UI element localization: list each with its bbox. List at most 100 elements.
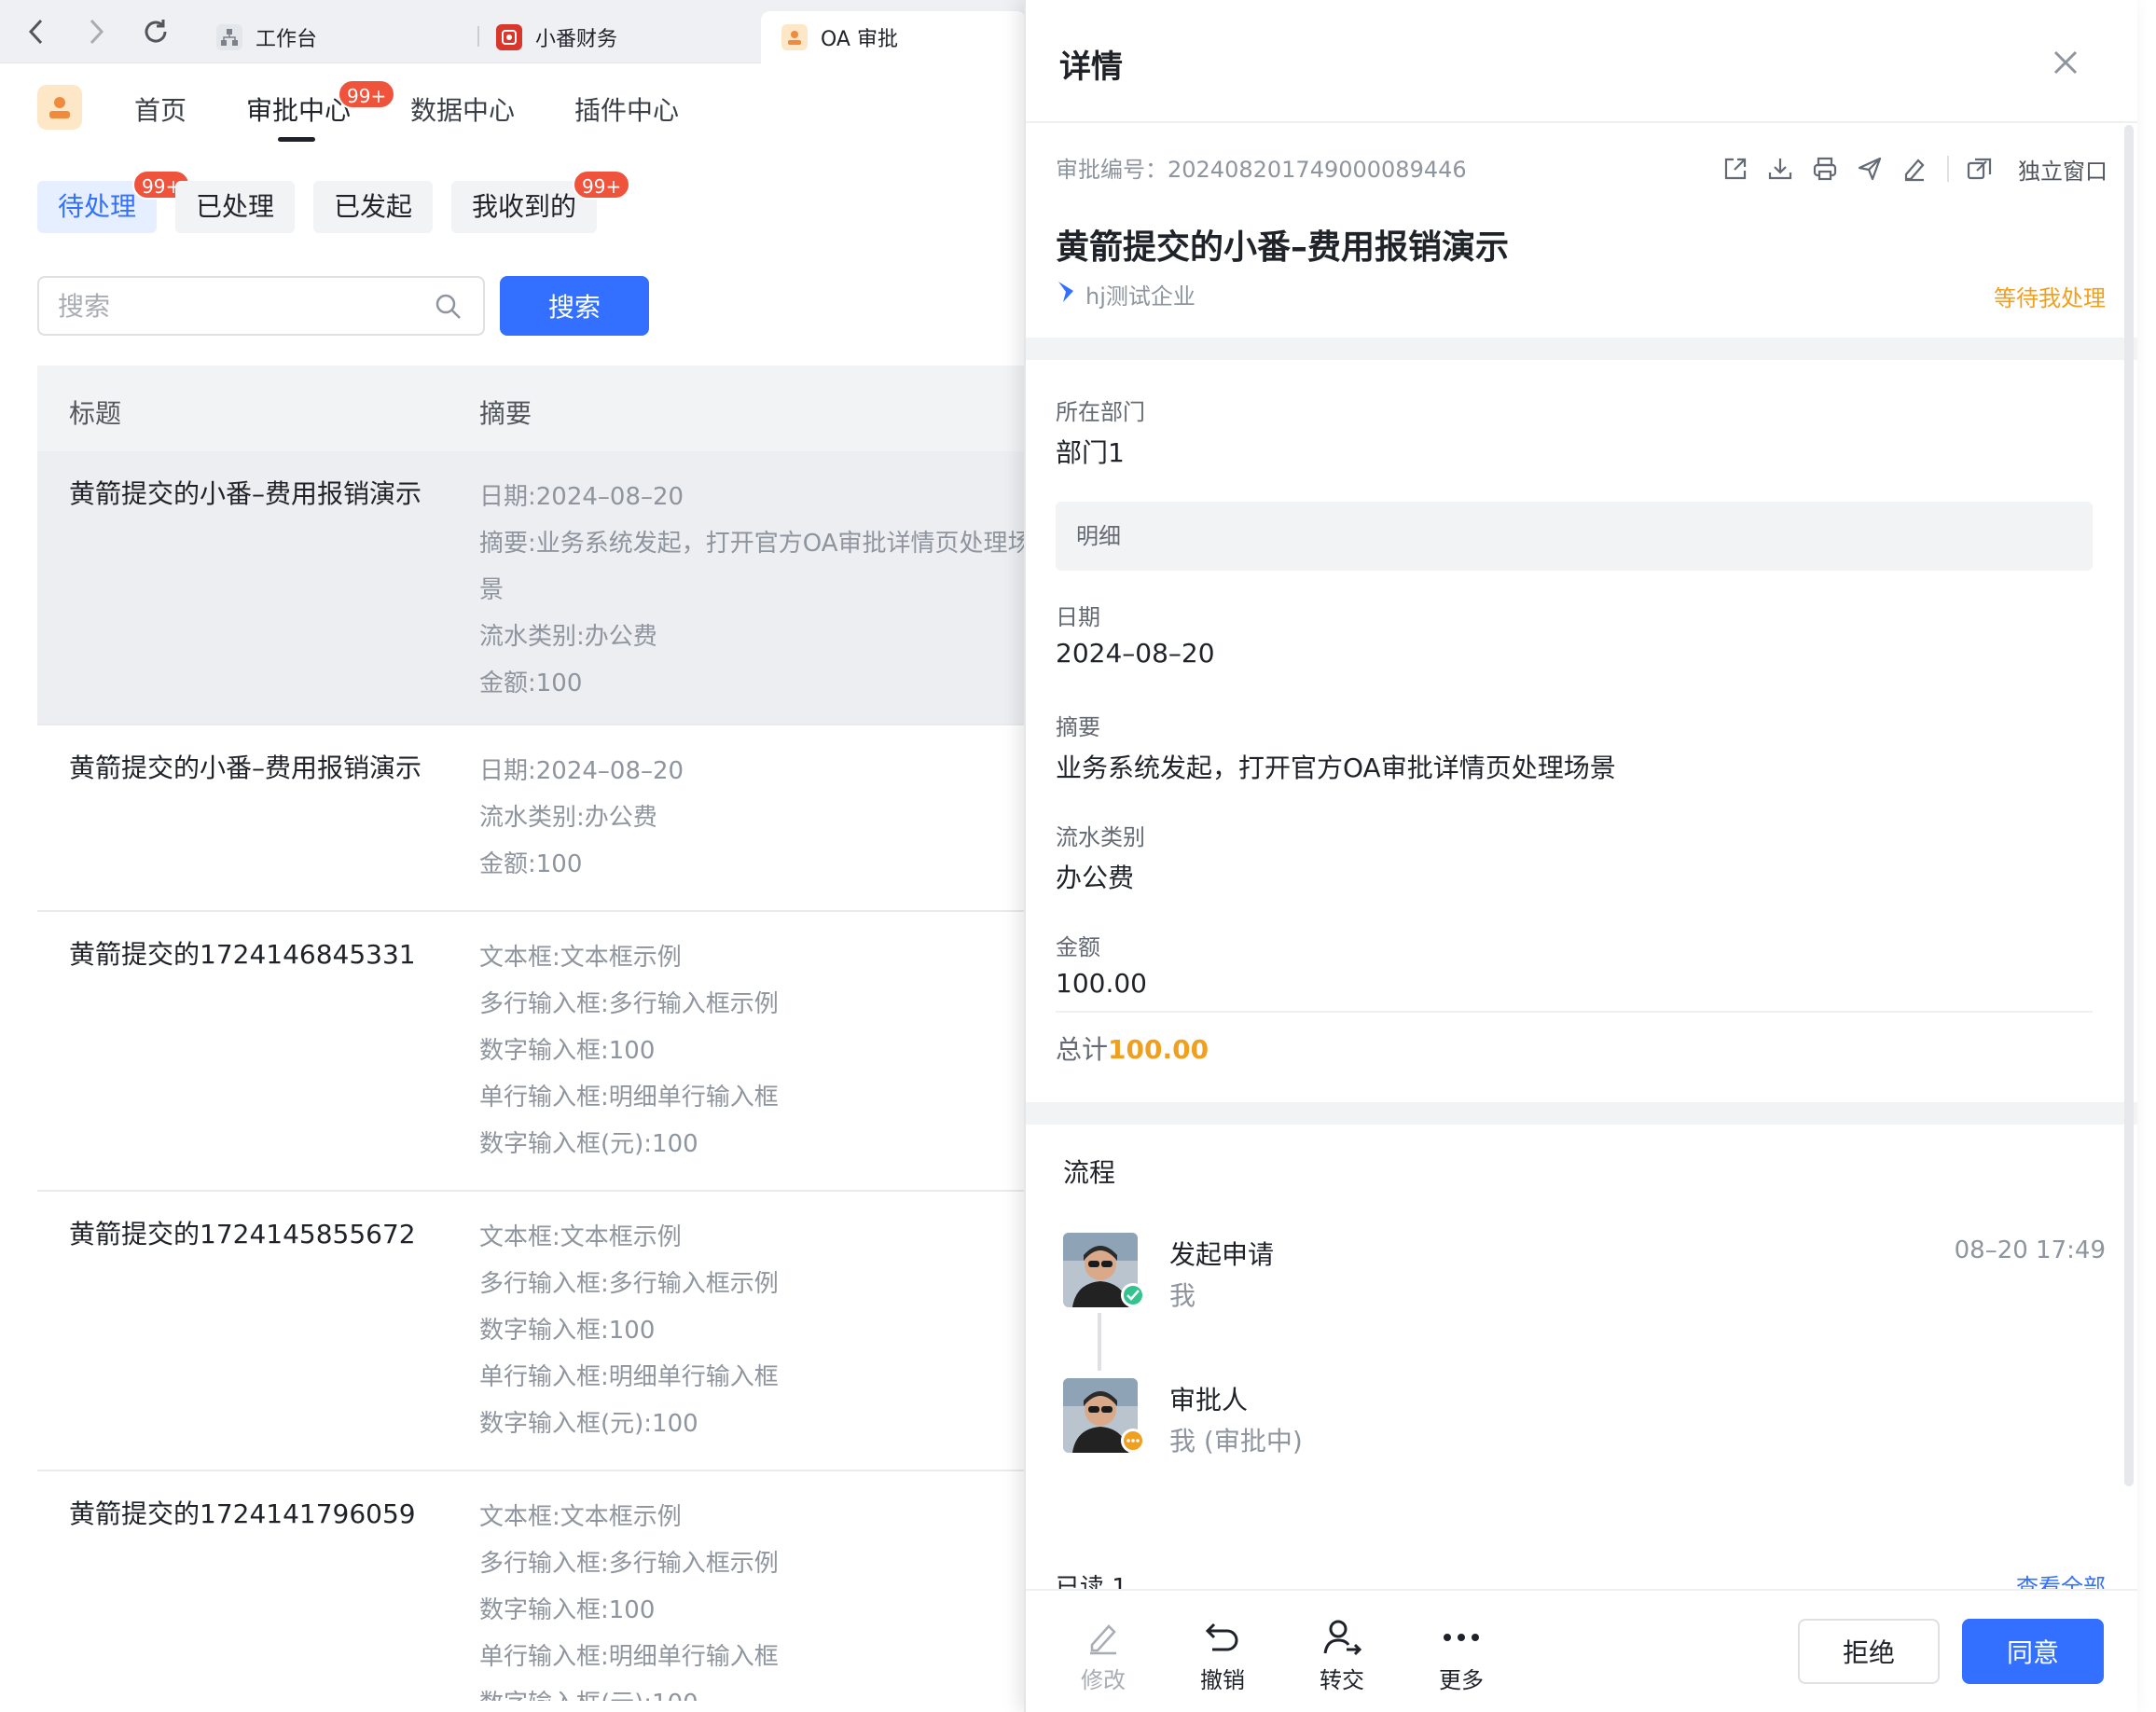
step-person: 我 (审批中) <box>1169 1426 1303 1457</box>
table-row[interactable]: 黄箭提交的小番–费用报销演示 日期:2024–08–20 摘要:业务系统发起，打… <box>37 451 1030 725</box>
transfer-button[interactable]: 转交 <box>1300 1613 1384 1694</box>
step-name: 发起申请 <box>1169 1239 1275 1270</box>
company-name: hj测试企业 <box>1085 283 1195 310</box>
summary-line: 单行输入框:明细单行输入框 <box>479 1363 779 1391</box>
action-bar: 修改 撤销 转交 更多 拒绝 同意 <box>1026 1589 2137 1712</box>
summary-line: 数字输入框:100 <box>479 1037 656 1065</box>
detail-section-header: 明细 <box>1056 502 2093 571</box>
filter-label: 待处理 <box>58 191 137 222</box>
download-icon[interactable] <box>1764 153 1796 185</box>
field-value: 2024–08–20 <box>1056 638 1215 669</box>
summary-line: 文本框:文本框示例 <box>479 944 682 972</box>
table-row[interactable]: 黄箭提交的小番–费用报销演示 日期:2024–08–20 流水类别:办公费 金额… <box>37 725 1026 912</box>
finance-app-icon <box>496 24 522 50</box>
detail-panel: 详情 审批编号：202408201749000089446 独立窗口 黄箭提交的… <box>1024 0 2137 1712</box>
filter-processed[interactable]: 已处理 <box>175 181 296 233</box>
filter-initiated[interactable]: 已发起 <box>313 181 434 233</box>
field-value: 办公费 <box>1056 863 1135 893</box>
send-icon[interactable] <box>1854 153 1886 185</box>
print-icon[interactable] <box>1809 153 1841 185</box>
summary-line: 多行输入框:多行输入框示例 <box>479 1270 779 1298</box>
detail-title: 黄箭提交的小番–费用报销演示 <box>1056 228 1510 267</box>
table-row[interactable]: 黄箭提交的1724141796059 文本框:文本框示例 多行输入框:多行输入框… <box>37 1471 1026 1701</box>
field-value: 业务系统发起，打开官方OA审批详情页处理场景 <box>1056 752 1616 783</box>
panel-title: 详情 <box>1059 48 1123 86</box>
total-value: 100.00 <box>1108 1034 1209 1065</box>
nav-plugin-center[interactable]: 插件中心 <box>574 90 679 128</box>
field-label: 摘要 <box>1056 714 1100 740</box>
nav-label: 首页 <box>134 95 187 126</box>
row-title: 黄箭提交的1724146845331 <box>69 939 416 970</box>
active-tab-indicator <box>278 137 315 142</box>
app-logo[interactable] <box>37 85 82 130</box>
search-icon[interactable] <box>435 293 463 324</box>
row-title: 黄箭提交的小番–费用报销演示 <box>69 752 422 783</box>
flow-connector <box>1098 1313 1101 1371</box>
tab-oa-approval[interactable]: OA 审批 <box>761 11 1026 63</box>
summary-line: 单行输入框:明细单行输入框 <box>479 1643 779 1671</box>
nav-data-center[interactable]: 数据中心 <box>410 90 515 128</box>
browser-tab-bar: 工作台 小番财务 OA 审批 <box>0 0 1026 63</box>
table-header: 标题 摘要 <box>37 366 1026 451</box>
oa-approval-icon <box>781 24 808 50</box>
summary-line: 多行输入框:多行输入框示例 <box>479 990 779 1018</box>
tab-label: 小番财务 <box>535 28 618 51</box>
total-amount: 总计100.00 <box>1056 1029 1209 1067</box>
scrollbar[interactable] <box>2124 125 2134 1486</box>
agree-button[interactable]: 同意 <box>1962 1619 2104 1684</box>
edit-icon[interactable] <box>1899 153 1930 185</box>
table-row[interactable]: 黄箭提交的1724145855672 文本框:文本框示例 多行输入框:多行输入框… <box>37 1192 1026 1471</box>
section-divider <box>1026 338 2137 360</box>
column-header-title: 标题 <box>69 398 122 429</box>
step-person: 我 <box>1169 1280 1196 1311</box>
table-row[interactable]: 黄箭提交的1724146845331 文本框:文本框示例 多行输入框:多行输入框… <box>37 912 1026 1192</box>
summary-line: 流水类别:办公费 <box>479 804 657 832</box>
summary-line: 数字输入框(元):100 <box>479 1130 698 1158</box>
nav-label: 审批中心 <box>246 95 352 126</box>
filter-label: 已发起 <box>334 191 413 222</box>
tab-finance[interactable]: 小番财务 <box>476 11 636 63</box>
summary-line: 金额:100 <box>479 670 583 697</box>
undo-icon <box>1181 1613 1265 1662</box>
nav-home[interactable]: 首页 <box>134 90 187 128</box>
back-icon[interactable] <box>21 16 52 48</box>
more-button[interactable]: 更多 <box>1419 1613 1503 1694</box>
row-summary: 文本框:文本框示例 多行输入框:多行输入框示例 数字输入框:100 单行输入框:… <box>479 1494 1026 1701</box>
reload-icon[interactable] <box>140 16 172 48</box>
nav-approval-center[interactable]: 审批中心 <box>246 90 352 142</box>
step-time: 08–20 17:49 <box>1954 1236 2106 1264</box>
section-divider <box>1026 1102 2137 1125</box>
row-summary: 文本框:文本框示例 多行输入框:多行输入框示例 数字输入框:100 单行输入框:… <box>479 934 1030 1167</box>
row-title: 黄箭提交的1724141796059 <box>69 1498 416 1529</box>
nav-label: 数据中心 <box>410 95 516 126</box>
divider <box>1056 1011 2093 1013</box>
close-icon[interactable] <box>2050 47 2081 78</box>
summary-line: 多行输入框:多行输入框示例 <box>479 1550 779 1578</box>
summary-line: 日期:2024–08–20 <box>479 757 684 785</box>
field-label: 金额 <box>1056 934 1100 960</box>
forward-icon[interactable] <box>80 16 112 48</box>
search-button[interactable]: 搜索 <box>500 276 649 336</box>
modify-button[interactable]: 修改 <box>1061 1613 1145 1694</box>
tab-label: 工作台 <box>256 28 318 51</box>
action-label: 转交 <box>1320 1667 1364 1693</box>
transfer-icon <box>1300 1613 1384 1662</box>
summary-line: 金额:100 <box>479 850 583 878</box>
app-header: 首页 审批中心 99+ 数据中心 插件中心 <box>0 64 1026 154</box>
dept-label: 所在部门 <box>1056 399 1145 425</box>
summary-line: 文本框:文本框示例 <box>479 1503 682 1531</box>
workbench-icon <box>216 24 242 50</box>
reject-button[interactable]: 拒绝 <box>1798 1619 1940 1684</box>
status-badge: 等待我处理 <box>1994 285 2106 311</box>
share-out-icon[interactable] <box>1720 153 1751 185</box>
column-header-summary: 摘要 <box>479 398 532 429</box>
revoke-button[interactable]: 撤销 <box>1181 1613 1265 1694</box>
new-window-icon[interactable] <box>1964 153 1996 185</box>
approved-check-icon <box>1121 1283 1145 1307</box>
search-input[interactable] <box>58 287 412 324</box>
approval-serial: 审批编号：202408201749000089446 <box>1056 157 1467 183</box>
detail-toolbar: 独立窗口 <box>1720 153 2108 185</box>
summary-line: 数字输入框(元):100 <box>479 1410 698 1438</box>
standalone-window-link[interactable]: 独立窗口 <box>2018 153 2108 186</box>
tab-workbench[interactable]: 工作台 <box>196 11 336 63</box>
